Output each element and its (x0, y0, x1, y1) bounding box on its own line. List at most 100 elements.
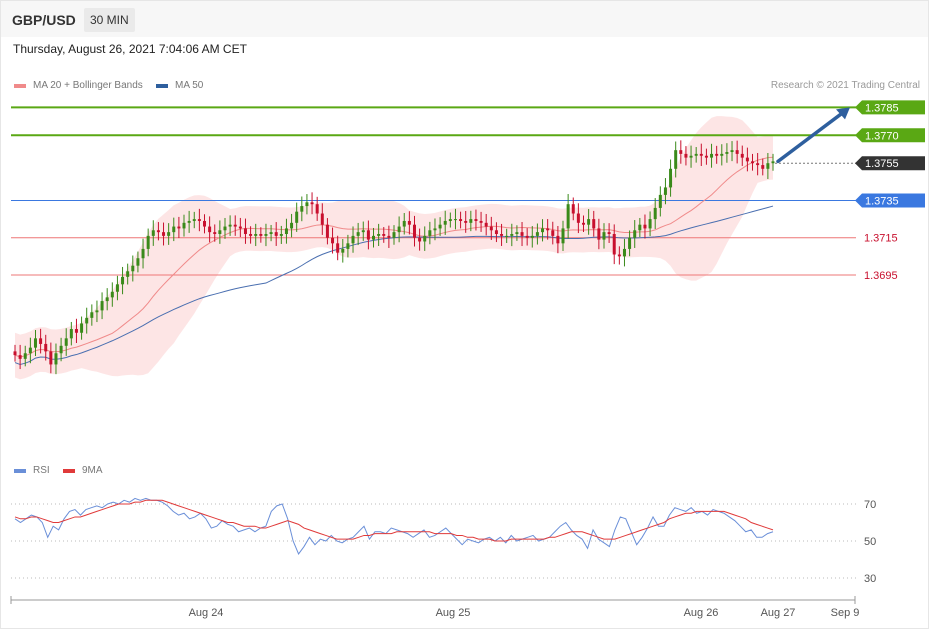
candle-body (377, 234, 381, 236)
candle-body (259, 234, 263, 236)
candle-body (730, 150, 734, 153)
candle-body (751, 161, 755, 164)
rsi-tick-70: 70 (864, 499, 876, 511)
candle-body (704, 155, 708, 158)
candle-body (494, 230, 498, 235)
candle-body (162, 232, 166, 236)
candle-body (628, 237, 632, 249)
candle-body (110, 291, 114, 298)
rsi-tick-50: 50 (864, 536, 876, 548)
candle-body (597, 228, 601, 240)
candle-body (208, 226, 212, 233)
candle-body (141, 248, 145, 259)
candle-body (85, 317, 89, 324)
candle-body (315, 204, 319, 214)
candle-body (192, 219, 196, 221)
candle-body (177, 226, 181, 229)
candle-body (520, 232, 524, 236)
time-tick-sep-9: Sep 9 (831, 607, 860, 619)
time-tick-aug-27: Aug 27 (761, 607, 796, 619)
candle-body (745, 157, 749, 162)
candle-body (197, 219, 201, 221)
candle-body (771, 161, 775, 164)
candle-body (530, 235, 534, 238)
candle-body (489, 226, 493, 231)
candle-body (669, 168, 673, 188)
candle-body (356, 232, 360, 236)
level-label-1.3755: 1.3755 (865, 158, 899, 170)
candle-body (331, 237, 335, 244)
candle-body (131, 265, 135, 272)
candle-body (407, 220, 411, 225)
candle-body (448, 219, 452, 221)
candle-body (151, 230, 155, 236)
candle-body (602, 232, 606, 240)
candle-body (479, 220, 483, 223)
candle-body (105, 297, 109, 302)
candle-body (341, 248, 345, 253)
candle-body (95, 310, 99, 313)
candle-body (699, 153, 703, 156)
candle-body (23, 353, 27, 359)
candle-body (510, 234, 514, 236)
candle-body (576, 213, 580, 223)
candle-body (115, 284, 119, 292)
candle-body (167, 232, 171, 236)
candle-body (254, 234, 258, 236)
candle-body (418, 237, 422, 242)
candle-body (269, 232, 273, 235)
level-label-1.3715: 1.3715 (864, 233, 898, 245)
candle-body (320, 213, 324, 225)
candle-body (290, 222, 294, 229)
level-label-1.3770: 1.3770 (865, 130, 899, 142)
rsi-series-RSI (14, 497, 774, 555)
candle-body (80, 323, 84, 333)
candle-body (735, 150, 739, 154)
candle-body (464, 220, 468, 223)
candle-body (556, 235, 560, 244)
candle-body (300, 206, 304, 212)
candle-body (689, 155, 693, 158)
candle-body (274, 232, 278, 236)
candle-body (638, 224, 642, 231)
candle-body (156, 230, 160, 233)
candle-body (658, 194, 662, 208)
candle-body (305, 202, 309, 207)
candle-body (423, 235, 427, 242)
candle-body (325, 224, 329, 238)
candle-body (582, 222, 585, 225)
time-tick-aug-26: Aug 26 (684, 607, 719, 619)
candle-body (525, 235, 529, 238)
bollinger-band (15, 116, 773, 380)
candle-body (213, 232, 217, 235)
candle-body (694, 153, 698, 156)
candle-body (663, 187, 667, 195)
candle-body (710, 153, 714, 158)
candle-body (756, 163, 760, 166)
candle-body (100, 301, 104, 311)
rsi-series-9MA (14, 499, 774, 542)
candle-body (13, 351, 17, 356)
candle-body (39, 338, 43, 344)
candle-body (633, 230, 637, 238)
price-chart[interactable]: 1.3785 1.3770 1.3755 1.3735 1.3715 1.3695 70 50… (0, 0, 929, 629)
candle-body (546, 228, 550, 231)
candle-body (515, 232, 519, 235)
forecast-arrow (776, 111, 844, 164)
candle-body (761, 165, 765, 169)
time-tick-aug-25: Aug 25 (436, 607, 471, 619)
candle-body (551, 230, 555, 236)
candle-body (69, 329, 73, 339)
candle-body (284, 228, 288, 235)
candle-body (715, 153, 719, 156)
candle-body (622, 248, 626, 257)
candle-body (612, 234, 616, 255)
candle-body (433, 228, 437, 231)
candle-body (592, 219, 596, 229)
candle-body (397, 226, 401, 233)
candle-body (223, 226, 227, 231)
candle-body (54, 353, 58, 365)
candle-body (279, 234, 283, 236)
candle-body (187, 220, 191, 223)
candle-body (203, 220, 206, 227)
